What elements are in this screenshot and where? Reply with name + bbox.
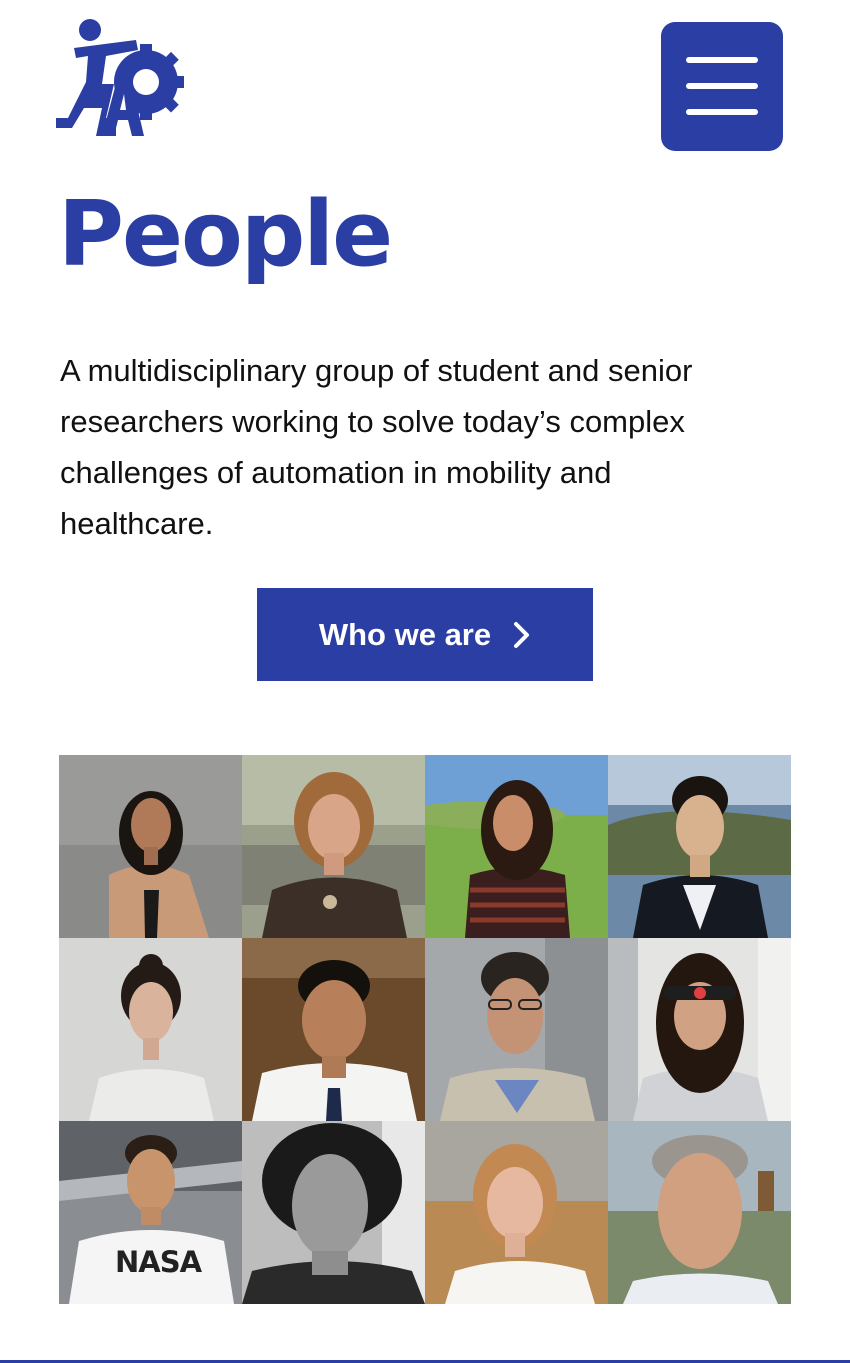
nasa-shirt-text: NASA <box>115 1245 202 1279</box>
who-we-are-label: Who we are <box>318 616 492 652</box>
people-photo-grid: NASA <box>59 755 791 1304</box>
person-photo: NASA <box>59 1121 242 1304</box>
intro-paragraph: A multidisciplinary group of student and… <box>60 353 693 541</box>
person-photo <box>608 755 791 938</box>
person-photo <box>242 1121 425 1304</box>
site-logo[interactable] <box>54 18 186 140</box>
who-we-are-button[interactable]: Who we are <box>257 588 593 681</box>
chevron-right-icon <box>514 621 530 648</box>
page-title: People <box>58 182 393 287</box>
hamburger-menu-icon <box>661 22 783 151</box>
person-photo <box>425 1121 608 1304</box>
menu-button[interactable] <box>661 22 783 151</box>
person-photo <box>425 938 608 1121</box>
person-photo <box>608 938 791 1121</box>
person-photo <box>242 938 425 1121</box>
person-photo <box>59 755 242 938</box>
person-photo <box>608 1121 791 1304</box>
person-photo <box>59 938 242 1121</box>
person-photo <box>242 755 425 938</box>
person-photo <box>425 755 608 938</box>
iap-logo-icon <box>56 19 184 136</box>
